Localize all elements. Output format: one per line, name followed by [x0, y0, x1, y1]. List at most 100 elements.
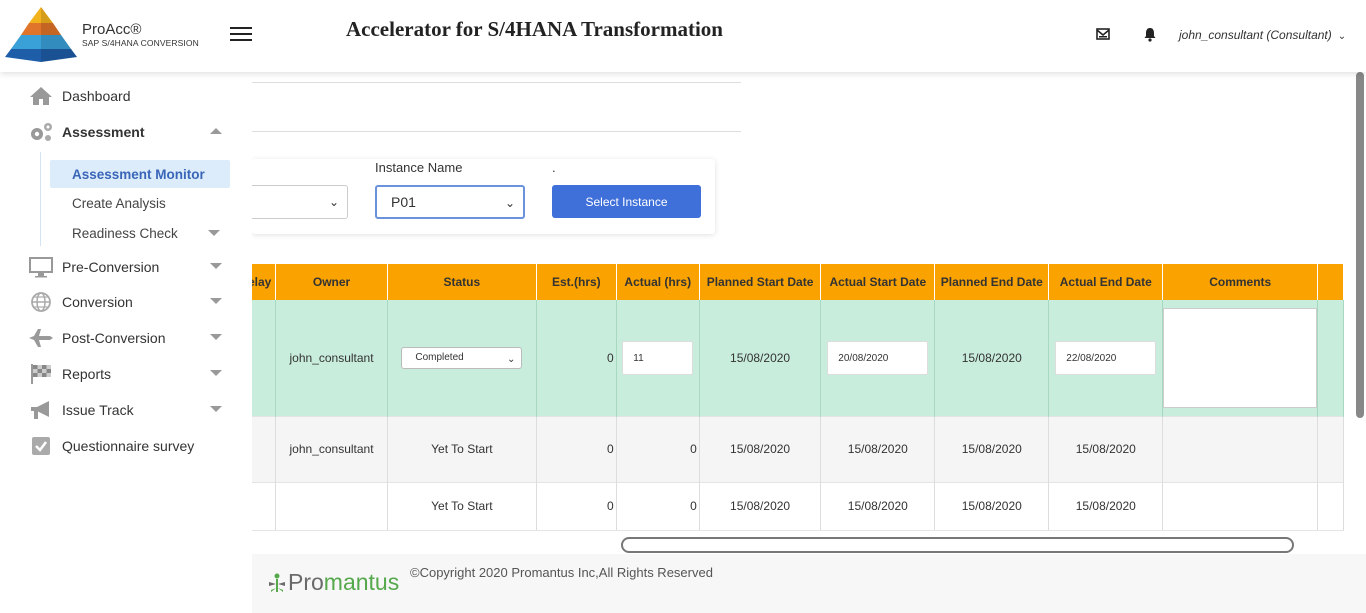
cell-planned-start: 15/08/2020 [699, 481, 822, 531]
cell-actual-hrs: 0 [616, 415, 700, 482]
status-select[interactable]: Completed ⌄ [401, 346, 523, 369]
cell-actual-hrs: 0 [616, 481, 700, 531]
sidebar-item-post-conversion[interactable]: Post-Conversion [28, 324, 228, 352]
comments-textarea[interactable] [1163, 307, 1318, 408]
instance-name-label: Instance Name [375, 160, 463, 175]
chevron-down-icon[interactable] [210, 334, 222, 340]
col-header-actual-hrs[interactable]: Actual (hrs) [616, 264, 700, 300]
cell-owner [275, 481, 388, 531]
sidebar-item-pre-conversion[interactable]: Pre-Conversion [28, 253, 228, 281]
cell-actual-start: 15/08/2020 [820, 415, 936, 482]
cell-actual-start: 20/08/2020 [820, 300, 936, 416]
cell-comments [1162, 481, 1319, 531]
sidebar-item-conversion[interactable]: Conversion [28, 288, 228, 316]
col-header-planned-start[interactable]: Planned Start Date [699, 264, 822, 300]
sidebar-item-issue-track[interactable]: Issue Track [28, 396, 228, 424]
table-row[interactable]: john_consultant Yet To Start 0 0 15/08/2… [252, 415, 1344, 482]
mail-icon[interactable] [1096, 27, 1112, 43]
cell-extra [1317, 300, 1344, 416]
chevron-down-icon[interactable] [208, 230, 220, 236]
cell-extra [1317, 481, 1344, 531]
col-header-planned-end[interactable]: Planned End Date [934, 264, 1050, 300]
proacc-logo[interactable]: ProAcc® SAP S/4HANA CONVERSION [3, 5, 203, 65]
col-header-extra [1317, 264, 1344, 300]
sidebar-subitem-assessment-monitor[interactable]: Assessment Monitor [50, 160, 230, 188]
brand-name: ProAcc® [82, 21, 142, 38]
chevron-down-icon: ⌄ [504, 196, 515, 210]
brand-text-a: Pro [288, 569, 324, 595]
col-header-est-hrs[interactable]: Est.(hrs) [536, 264, 617, 300]
col-header-actual-start[interactable]: Actual Start Date [820, 264, 936, 300]
cell-owner: john_consultant [275, 300, 388, 416]
chevron-down-icon[interactable] [210, 370, 222, 376]
actual-start-date-input[interactable]: 20/08/2020 [827, 340, 929, 375]
sidebar-item-label: Post-Conversion [62, 330, 166, 346]
actual-end-date-input[interactable]: 22/08/2020 [1055, 340, 1157, 375]
instance-name-select[interactable]: P01 ⌄ [375, 185, 525, 219]
sidebar-item-dashboard[interactable]: Dashboard [28, 82, 228, 110]
cell-est-hrs: 0 [536, 481, 617, 531]
vertical-scrollbar[interactable] [1356, 72, 1364, 418]
sidebar-item-label: Issue Track [62, 402, 134, 418]
brand-subtitle: SAP S/4HANA CONVERSION [82, 38, 199, 48]
divider [252, 82, 741, 83]
project-select[interactable]: ⌄ [252, 185, 348, 219]
sidebar-item-questionnaire-survey[interactable]: Questionnaire survey [28, 432, 228, 460]
cell-actual-end: 15/08/2020 [1048, 481, 1164, 531]
table-row[interactable]: Yet To Start 0 0 15/08/2020 15/08/2020 1… [252, 481, 1344, 531]
gears-icon [28, 121, 54, 143]
sidebar-item-label: Pre-Conversion [62, 259, 160, 275]
sidebar-item-label: Assessment [62, 124, 145, 140]
col-header-status[interactable]: Status [387, 264, 537, 300]
col-header-comments[interactable]: Comments [1162, 264, 1319, 300]
globe-icon [28, 291, 54, 313]
megaphone-icon [28, 399, 54, 421]
col-header-delay[interactable]: elay [252, 264, 277, 300]
select-instance-spacer-label: . [552, 160, 556, 175]
copyright-text: ©Copyright 2020 Promantus Inc,All Rights… [410, 565, 713, 580]
brand-text-b: mantus [323, 569, 400, 595]
cell-est-hrs: 0 [536, 415, 617, 482]
cell-comments [1162, 300, 1319, 416]
sidebar-subitem-label: Create Analysis [72, 195, 166, 211]
table-header-row: elay Owner Status Est.(hrs) Actual (hrs)… [252, 264, 1344, 300]
sidebar: Dashboard Assessment Assessment Monitor … [0, 72, 252, 613]
checkered-flag-icon [28, 363, 54, 385]
pyramid-logo-icon [5, 7, 77, 62]
cell-actual-hrs: 11 [616, 300, 700, 416]
col-header-actual-end[interactable]: Actual End Date [1048, 264, 1164, 300]
app-title: Accelerator for S/4HANA Transformation [346, 17, 723, 41]
footer: Pro mantus ©Copyright 2020 Promantus Inc,… [252, 554, 1366, 613]
actual-hrs-input[interactable]: 11 [622, 340, 694, 375]
horizontal-scrollbar[interactable] [621, 537, 1294, 553]
chevron-down-icon[interactable] [210, 263, 222, 269]
sidebar-subitem-label: Assessment Monitor [72, 166, 205, 182]
chevron-down-icon: ⌄ [328, 195, 339, 209]
divider [252, 131, 741, 132]
promantus-logo: Pro mantus [266, 569, 399, 596]
chevron-down-icon[interactable] [210, 406, 222, 412]
cell-status: Completed ⌄ [387, 300, 537, 416]
cell-actual-end: 22/08/2020 [1048, 300, 1164, 416]
cell-planned-start: 15/08/2020 [699, 415, 822, 482]
sidebar-item-assessment[interactable]: Assessment [28, 118, 228, 146]
bell-icon[interactable] [1143, 27, 1159, 43]
chevron-down-icon[interactable] [210, 298, 222, 304]
sidebar-item-reports[interactable]: Reports [28, 360, 228, 388]
chevron-down-icon: ⌄ [1337, 31, 1347, 42]
chevron-down-icon: ⌄ [506, 353, 516, 365]
sidebar-subitem-create-analysis[interactable]: Create Analysis [50, 189, 230, 217]
chevron-up-icon[interactable] [210, 128, 222, 134]
sidebar-subitem-readiness-check[interactable]: Readiness Check [50, 219, 230, 247]
col-header-owner[interactable]: Owner [275, 264, 388, 300]
cell-actual-end: 15/08/2020 [1048, 415, 1164, 482]
instance-name-value: P01 [391, 194, 416, 210]
table-row[interactable]: john_consultant Completed ⌄ 0 11 15/08/20… [252, 300, 1344, 416]
user-menu[interactable]: john_consultant (Consultant) ⌄ [1179, 28, 1346, 42]
select-instance-button[interactable]: Select Instance [552, 185, 701, 218]
status-select-value: Completed [415, 351, 464, 363]
sidebar-item-label: Dashboard [62, 88, 131, 104]
cell-extra [1317, 415, 1344, 482]
hamburger-menu-icon[interactable] [230, 26, 252, 42]
cell-delay [252, 481, 277, 531]
